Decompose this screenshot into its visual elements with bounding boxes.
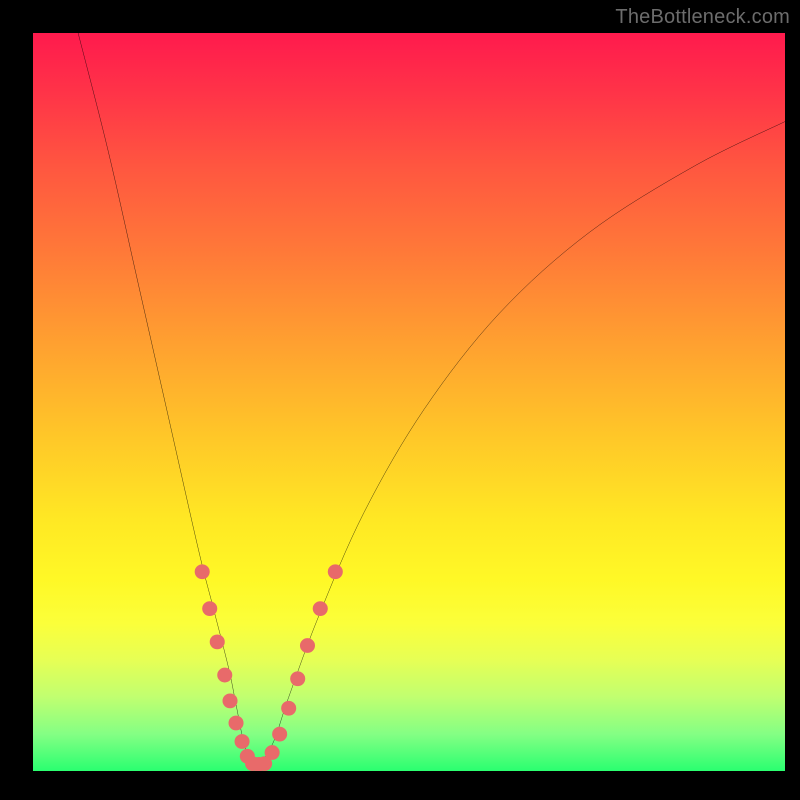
sample-dot bbox=[210, 634, 225, 649]
sample-dot bbox=[223, 694, 238, 709]
bottleneck-curve bbox=[78, 33, 785, 767]
sample-dot bbox=[195, 564, 210, 579]
sample-dot bbox=[202, 601, 217, 616]
sample-dot bbox=[281, 701, 296, 716]
sample-dot bbox=[229, 716, 244, 731]
sample-dot bbox=[328, 564, 343, 579]
watermark-text: TheBottleneck.com bbox=[615, 6, 790, 29]
curve-layer bbox=[33, 33, 785, 771]
sample-dot bbox=[300, 638, 315, 653]
sample-dot bbox=[235, 734, 250, 749]
sample-dot bbox=[272, 727, 287, 742]
sample-dot bbox=[265, 745, 280, 760]
sample-dot bbox=[313, 601, 328, 616]
chart-frame: TheBottleneck.com bbox=[0, 0, 800, 800]
sample-dot bbox=[217, 668, 232, 683]
sample-dot bbox=[290, 671, 305, 686]
plot-area bbox=[33, 33, 785, 771]
